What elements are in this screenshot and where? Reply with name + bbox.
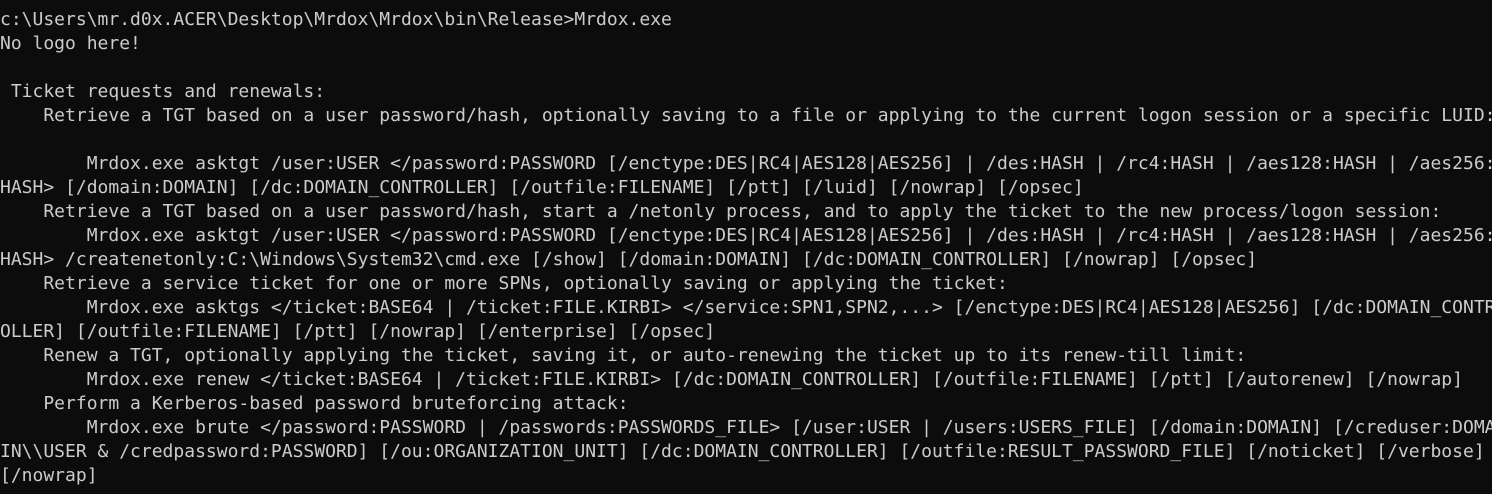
console-line: IN\\USER & /credpassword:PASSWORD] [/ou:… bbox=[0, 441, 1485, 462]
console-line: Mrdox.exe asktgs </ticket:BASE64 | /tick… bbox=[0, 297, 1492, 318]
console-output[interactable]: c:\Users\mr.d0x.ACER\Desktop\Mrdox\Mrdox… bbox=[0, 8, 1492, 494]
console-line: OLLER] [/outfile:FILENAME] [/ptt] [/nowr… bbox=[0, 321, 716, 342]
console-line: Mrdox.exe asktgt /user:USER </password:P… bbox=[0, 225, 1492, 246]
console-line: Perform a Kerberos-based password brutef… bbox=[0, 393, 629, 414]
console-line: Ticket requests and renewals: bbox=[0, 81, 326, 102]
console-line: Renew a TGT, optionally applying the tic… bbox=[0, 345, 1247, 366]
console-line: Retrieve a TGT based on a user password/… bbox=[0, 105, 1492, 126]
console-line: [/nowrap] bbox=[0, 465, 98, 486]
console-line: Retrieve a service ticket for one or mor… bbox=[0, 273, 1008, 294]
console-line: No logo here! bbox=[0, 33, 141, 54]
console-line: Mrdox.exe brute </password:PASSWORD | /p… bbox=[0, 417, 1492, 438]
console-line: Retrieve a TGT based on a user password/… bbox=[0, 201, 1442, 222]
console-line: Mrdox.exe renew </ticket:BASE64 | /ticke… bbox=[0, 369, 1463, 390]
console-line: c:\Users\mr.d0x.ACER\Desktop\Mrdox\Mrdox… bbox=[0, 9, 672, 30]
console-line: HASH> [/domain:DOMAIN] [/dc:DOMAIN_CONTR… bbox=[0, 177, 1084, 198]
console-line: HASH> /createnetonly:C:\Windows\System32… bbox=[0, 249, 1258, 270]
console-line: Mrdox.exe asktgt /user:USER </password:P… bbox=[0, 153, 1492, 174]
